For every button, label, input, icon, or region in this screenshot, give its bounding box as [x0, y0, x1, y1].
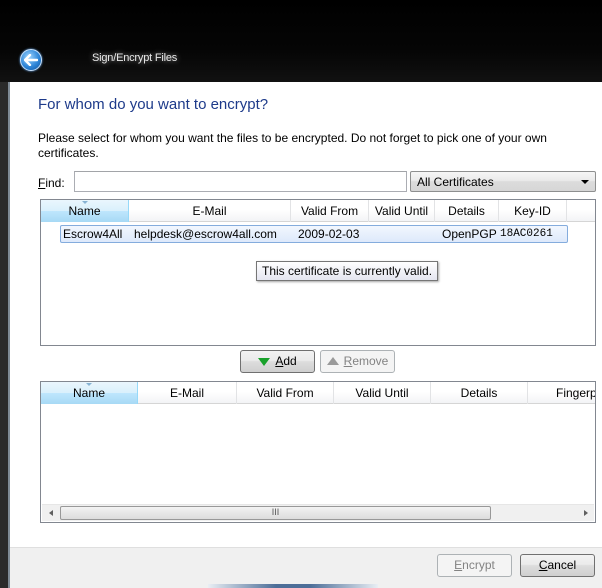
- column-header-filler: [567, 200, 595, 222]
- page-description: Please select for whom you want the file…: [38, 131, 547, 160]
- cell-details: OpenPGP: [442, 227, 497, 241]
- page-heading: For whom do you want to encrypt?: [38, 96, 269, 113]
- cell-valid-until: [374, 226, 440, 242]
- back-arrow-icon: [24, 54, 38, 66]
- column-header-name[interactable]: Name: [41, 200, 129, 222]
- back-button[interactable]: [20, 49, 42, 71]
- scrollbar-thumb[interactable]: III: [60, 506, 491, 520]
- wizard-page: For whom do you want to encrypt? Please …: [10, 82, 602, 547]
- cancel-button[interactable]: Cancel: [520, 554, 595, 577]
- window-title: Sign/Encrypt Files: [92, 52, 178, 64]
- validity-tooltip: This certificate is currently valid.: [256, 261, 439, 281]
- remove-arrow-icon: [326, 357, 339, 365]
- column-header-email[interactable]: E-Mail: [129, 200, 291, 222]
- taskbar-strip: [208, 584, 378, 588]
- column-header-details[interactable]: Details: [431, 382, 528, 404]
- certificate-filter-dropdown[interactable]: All Certificates: [410, 171, 596, 192]
- add-button[interactable]: Add: [240, 350, 315, 373]
- sort-arrow-icon: [81, 201, 88, 204]
- sort-arrow-icon: [86, 383, 92, 386]
- column-header-fingerprint[interactable]: Fingerpri: [528, 382, 595, 404]
- column-header-details[interactable]: Details: [435, 200, 499, 222]
- selected-list-header: Name E-Mail Valid From Valid Until Detai…: [41, 382, 595, 404]
- find-input[interactable]: [74, 171, 407, 192]
- column-header-key-id[interactable]: Key-ID: [499, 200, 567, 222]
- encrypt-button[interactable]: Encrypt: [437, 554, 512, 577]
- column-header-email[interactable]: E-Mail: [138, 382, 237, 404]
- column-header-valid-until[interactable]: Valid Until: [369, 200, 435, 222]
- selected-recipients-list[interactable]: Name E-Mail Valid From Valid Until Detai…: [40, 381, 596, 523]
- column-header-valid-from[interactable]: Valid From: [291, 200, 369, 222]
- available-list-header: Name E-Mail Valid From Valid Until Detai…: [41, 200, 595, 222]
- column-header-valid-from[interactable]: Valid From: [237, 382, 334, 404]
- wizard-footer: Encrypt Cancel: [10, 547, 602, 588]
- cell-name: Escrow4All: [63, 227, 123, 241]
- cell-valid-from: 2009-02-03: [298, 227, 360, 241]
- cell-email: helpdesk@escrow4all.com: [134, 227, 277, 241]
- add-arrow-icon: [258, 358, 271, 366]
- scroll-left-button[interactable]: [42, 505, 59, 521]
- remove-button[interactable]: Remove: [320, 350, 395, 373]
- cell-key-id: 18AC0261: [500, 228, 553, 240]
- scroll-left-icon: [48, 510, 53, 516]
- dropdown-arrow-icon: [581, 180, 589, 184]
- title-bar: Sign/Encrypt Files: [0, 0, 602, 82]
- scroll-right-button[interactable]: [577, 505, 594, 521]
- table-row[interactable]: Escrow4All helpdesk@escrow4all.com 2009-…: [60, 225, 568, 243]
- certificate-filter-value: All Certificates: [417, 175, 494, 189]
- scroll-right-icon: [583, 510, 588, 516]
- column-header-name[interactable]: Name: [41, 382, 138, 404]
- find-label: Find:: [38, 176, 65, 190]
- horizontal-scrollbar[interactable]: III: [42, 504, 594, 521]
- column-header-valid-until[interactable]: Valid Until: [334, 382, 431, 404]
